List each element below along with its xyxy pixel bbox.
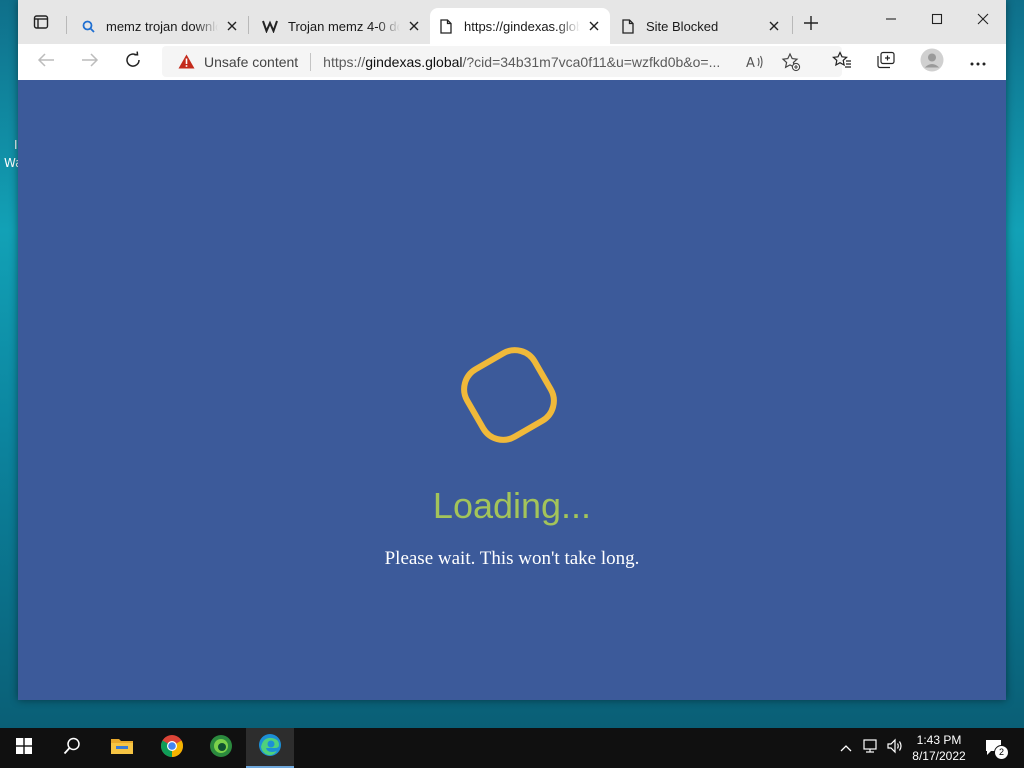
close-icon[interactable] [224, 18, 240, 34]
forward-button[interactable] [75, 48, 105, 76]
page-content: Loading... Please wait. This won't take … [18, 80, 1006, 700]
url-host: gindexas.global [365, 53, 463, 70]
url-path: /?cid=34b31m7vca0f11&u=wzfkd0b&o=... [462, 53, 721, 70]
refresh-icon [124, 51, 142, 74]
network-button[interactable] [860, 728, 882, 768]
page-icon [438, 18, 454, 34]
url-text[interactable]: https://gindexas.global/?cid=34b31m7vca0… [323, 54, 733, 70]
more-dots-icon [970, 53, 986, 71]
close-window-button[interactable] [960, 6, 1006, 36]
favorites-button[interactable] [828, 48, 856, 76]
address-bar[interactable]: Unsafe content https://gindexas.global/?… [162, 46, 842, 77]
minimize-icon [885, 12, 897, 30]
warning-icon[interactable] [178, 54, 196, 70]
tab-label: memz trojan download [106, 18, 218, 34]
edge-dev-icon [209, 734, 233, 763]
tab-label: https://gindexas.global [464, 18, 580, 34]
start-button[interactable] [0, 728, 48, 768]
notification-count-badge: 2 [994, 745, 1009, 760]
plus-icon [803, 15, 819, 36]
clock-time: 1:43 PM [916, 733, 962, 747]
add-favorite-icon[interactable] [780, 51, 802, 73]
close-icon[interactable] [766, 18, 782, 34]
w-logo-icon [262, 18, 278, 34]
edge-button[interactable] [246, 728, 294, 768]
divider [310, 52, 312, 71]
close-icon [977, 12, 989, 30]
search-icon [63, 737, 81, 760]
refresh-button[interactable] [118, 48, 148, 76]
windows-logo-icon [16, 737, 32, 759]
tab-gindexas[interactable]: https://gindexas.global [430, 8, 610, 44]
close-icon[interactable] [406, 18, 422, 34]
tab-label: Site Blocked [646, 18, 719, 34]
tab-label: Trojan memz 4-0 download [288, 18, 400, 34]
system-clock[interactable]: 1:43 PM 8/17/2022 [900, 732, 978, 764]
url-prefix: https:// [323, 53, 366, 70]
svg-text:A: A [746, 56, 755, 70]
notification-icon: 2 [985, 739, 1009, 760]
minimize-button[interactable] [868, 6, 914, 36]
wait-message: Please wait. This won't take long. [384, 548, 640, 569]
tab-actions-button[interactable] [24, 8, 58, 40]
settings-more-button[interactable] [964, 48, 992, 76]
browser-window: memz trojan download Trojan memz 4-0 dow… [18, 0, 1006, 700]
chrome-icon [160, 734, 184, 763]
maximize-icon [931, 12, 943, 30]
tab-site-blocked[interactable]: Site Blocked [612, 8, 790, 44]
desktop-icon-label-fragment: I [14, 138, 18, 152]
profile-button[interactable] [918, 48, 946, 76]
search-icon [80, 18, 96, 34]
back-button[interactable] [31, 48, 61, 76]
favorites-star-icon [832, 50, 852, 74]
folder-icon [110, 736, 134, 761]
collections-button[interactable] [872, 48, 900, 76]
loading-text: Loading... [432, 485, 592, 526]
tab-strip: memz trojan download Trojan memz 4-0 dow… [18, 0, 1006, 44]
tab-memz-search[interactable]: memz trojan download [72, 8, 248, 44]
new-tab-button[interactable] [798, 12, 824, 38]
edge-dev-button[interactable] [197, 728, 245, 768]
avatar-icon [920, 48, 944, 77]
chevron-up-icon [840, 739, 852, 757]
tab-actions-icon [33, 14, 49, 35]
navigation-toolbar: Unsafe content https://gindexas.global/?… [18, 44, 1006, 81]
tab-trojan-memz[interactable]: Trojan memz 4-0 download [254, 8, 430, 44]
collections-icon [876, 51, 896, 74]
read-aloud-icon[interactable]: A [744, 51, 766, 73]
search-button[interactable] [48, 728, 96, 768]
maximize-button[interactable] [914, 6, 960, 36]
security-status-label[interactable]: Unsafe content [204, 54, 298, 70]
close-icon[interactable] [586, 18, 602, 34]
show-hidden-icons-button[interactable] [836, 728, 856, 768]
chrome-button[interactable] [148, 728, 196, 768]
page-icon [620, 18, 636, 34]
forward-arrow-icon [81, 52, 99, 73]
notification-center-button[interactable]: 2 [982, 728, 1009, 768]
loading-spinner [451, 337, 567, 453]
edge-icon [258, 733, 282, 762]
clock-date: 8/17/2022 [912, 749, 966, 763]
back-arrow-icon [37, 52, 55, 73]
file-explorer-button[interactable] [98, 728, 146, 768]
network-icon [862, 738, 880, 759]
taskbar: 1:43 PM 8/17/2022 2 [0, 728, 1024, 768]
